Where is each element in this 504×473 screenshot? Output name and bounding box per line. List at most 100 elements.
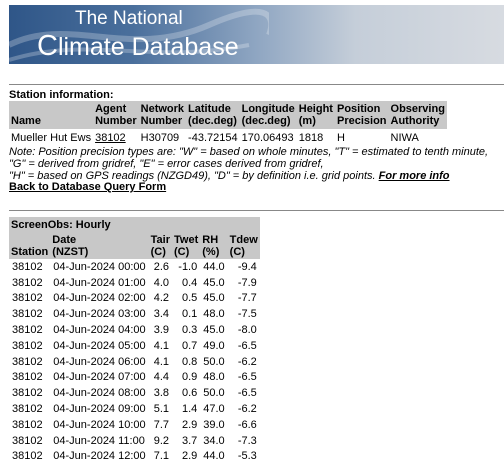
obs-rh: 39.0 — [203, 418, 225, 431]
latitude-value: -43.72154 — [188, 132, 238, 144]
obs-tdew: -6.5 — [237, 387, 257, 400]
obs-tdew: -8.0 — [237, 324, 257, 337]
table-row: 38102 04-Jun-2024 00:00 2.6 -1.0 44.0 -9.4 — [9, 259, 260, 275]
obs-tdew: -7.7 — [237, 292, 257, 305]
obs-station: 38102 — [12, 339, 43, 352]
banner-title-rest: limate Database — [57, 33, 239, 61]
hourly-obs-table: ScreenObs: Hourly Station Date (NZST) Tai… — [9, 217, 260, 464]
col-name: Name — [9, 101, 94, 129]
obs-tdew: -7.3 — [237, 434, 257, 447]
obs-date: 04-Jun-2024 10:00 — [53, 418, 146, 431]
obs-date: 04-Jun-2024 04:00 — [53, 324, 146, 337]
table-row: 38102 04-Jun-2024 09:00 5.1 1.4 47.0 -6.2 — [9, 401, 260, 417]
table-row: 38102 04-Jun-2024 08:00 3.8 0.6 50.0 -6.5 — [9, 385, 260, 401]
col-tair: Tair (C) — [148, 233, 172, 259]
obs-rh: 34.0 — [203, 434, 225, 447]
precision-value: H — [336, 132, 345, 144]
height-value: 1818 — [298, 132, 324, 144]
site-banner: The National Climate Database — [9, 5, 504, 64]
col-height: Height (m) — [296, 101, 335, 129]
obs-tdew: -6.2 — [237, 403, 257, 416]
obs-date: 04-Jun-2024 09:00 — [53, 403, 146, 416]
obs-twet: -1.0 — [178, 260, 198, 273]
obs-rh: 47.0 — [203, 403, 225, 416]
more-info-link[interactable]: For more info — [379, 170, 450, 182]
obs-table-body: 38102 04-Jun-2024 00:00 2.6 -1.0 44.0 -9.4 381… — [9, 259, 260, 464]
banner-title-initial: C — [37, 30, 58, 62]
note-line: "G" = derived from gridref, "E" = error … — [9, 158, 324, 170]
obs-station: 38102 — [12, 450, 43, 463]
obs-tair: 9.2 — [153, 434, 169, 447]
obs-station: 38102 — [12, 403, 43, 416]
obs-date: 04-Jun-2024 00:00 — [53, 260, 146, 273]
obs-tair: 3.8 — [153, 387, 169, 400]
obs-twet: 0.5 — [181, 292, 198, 305]
obs-twet: 0.9 — [181, 371, 198, 384]
note-line: Note: Position precision types are: "W" … — [9, 146, 489, 158]
back-to-query-form-link[interactable]: Back to Database Query Form — [9, 181, 166, 193]
banner-title-line1: The National — [75, 8, 183, 29]
obs-header-row: Station Date (NZST) Tair (C) Twet (C) RH (%)… — [9, 233, 260, 259]
obs-station: 38102 — [12, 418, 43, 431]
obs-tair: 3.9 — [153, 324, 169, 337]
obs-date: 04-Jun-2024 02:00 — [53, 292, 146, 305]
obs-date: 04-Jun-2024 12:00 — [53, 450, 146, 463]
obs-twet: 0.3 — [181, 324, 198, 337]
obs-date: 04-Jun-2024 01:00 — [53, 276, 146, 289]
obs-date: 04-Jun-2024 05:00 — [53, 339, 146, 352]
station-info-table: Name Agent Number Network Number Latitude(… — [9, 101, 447, 147]
obs-tair: 4.1 — [153, 355, 169, 368]
obs-station: 38102 — [12, 355, 43, 368]
obs-tdew: -9.4 — [237, 260, 257, 273]
station-info-title: Station information: — [9, 89, 114, 101]
col-twet: Twet (C) — [172, 233, 201, 259]
obs-station: 38102 — [12, 387, 43, 400]
obs-twet: 1.4 — [181, 403, 198, 416]
network-number: H30709 — [140, 132, 180, 144]
station-data-row: Mueller Hut Ews 38102 H30709 -43.72154 1… — [9, 129, 447, 147]
table-row: 38102 04-Jun-2024 06:00 4.1 0.8 50.0 -6.2 — [9, 354, 260, 370]
obs-tair: 3.4 — [153, 308, 169, 321]
table-row: 38102 04-Jun-2024 07:00 4.4 0.9 48.0 -6.5 — [9, 370, 260, 386]
agent-number-link[interactable]: 38102 — [95, 132, 126, 144]
divider — [9, 84, 504, 85]
table-row: 38102 04-Jun-2024 04:00 3.9 0.3 45.0 -8.0 — [9, 322, 260, 338]
obs-twet: 0.6 — [181, 387, 198, 400]
obs-date: 04-Jun-2024 11:00 — [53, 434, 145, 447]
table-row: 38102 04-Jun-2024 05:00 4.1 0.7 49.0 -6.5 — [9, 338, 260, 354]
table-row: 38102 04-Jun-2024 01:00 4.0 0.4 45.0 -7.9 — [9, 275, 260, 291]
obs-twet: 0.8 — [181, 355, 198, 368]
obs-tair: 7.1 — [153, 450, 169, 463]
col-network-number: Network Number — [138, 101, 187, 129]
col-date: Date (NZST) — [50, 233, 149, 259]
table-row: 38102 04-Jun-2024 03:00 3.4 0.1 48.0 -7.5 — [9, 306, 260, 322]
station-name: Mueller Hut Ews — [11, 132, 92, 144]
obs-tair: 2.6 — [153, 260, 169, 273]
table-row: 38102 04-Jun-2024 02:00 4.2 0.5 45.0 -7.7 — [9, 291, 260, 307]
station-header-row: Name Agent Number Network Number Latitude(… — [9, 101, 447, 129]
authority-value: NIWA — [390, 132, 419, 144]
obs-rh: 45.0 — [203, 292, 225, 305]
table-row: 38102 04-Jun-2024 11:00 9.2 3.7 34.0 -7.3 — [9, 433, 260, 449]
obs-rh: 48.0 — [203, 371, 225, 384]
obs-date: 04-Jun-2024 03:00 — [53, 308, 146, 321]
obs-station: 38102 — [12, 371, 43, 384]
col-station: Station — [9, 233, 51, 259]
col-longitude: Longitude (dec.deg) — [239, 101, 297, 129]
obs-tair: 4.4 — [153, 371, 169, 384]
obs-tair: 4.2 — [153, 292, 169, 305]
obs-station: 38102 — [12, 260, 43, 273]
col-latitude: Latitude (dec.deg) — [186, 101, 240, 129]
divider — [9, 210, 504, 211]
obs-rh: 44.0 — [203, 450, 225, 463]
obs-tdew: -6.6 — [237, 418, 257, 431]
obs-rh: 50.0 — [203, 355, 225, 368]
obs-rh: 50.0 — [203, 387, 225, 400]
obs-twet: 2.9 — [181, 418, 198, 431]
obs-tdew: -6.5 — [237, 371, 257, 384]
col-position-precision: Position Precision — [334, 101, 389, 129]
col-tdew: Tdew (C) — [227, 233, 260, 259]
obs-tair: 7.7 — [153, 418, 169, 431]
obs-tdew: -7.9 — [237, 276, 257, 289]
obs-table-title: ScreenObs: Hourly — [9, 217, 260, 233]
